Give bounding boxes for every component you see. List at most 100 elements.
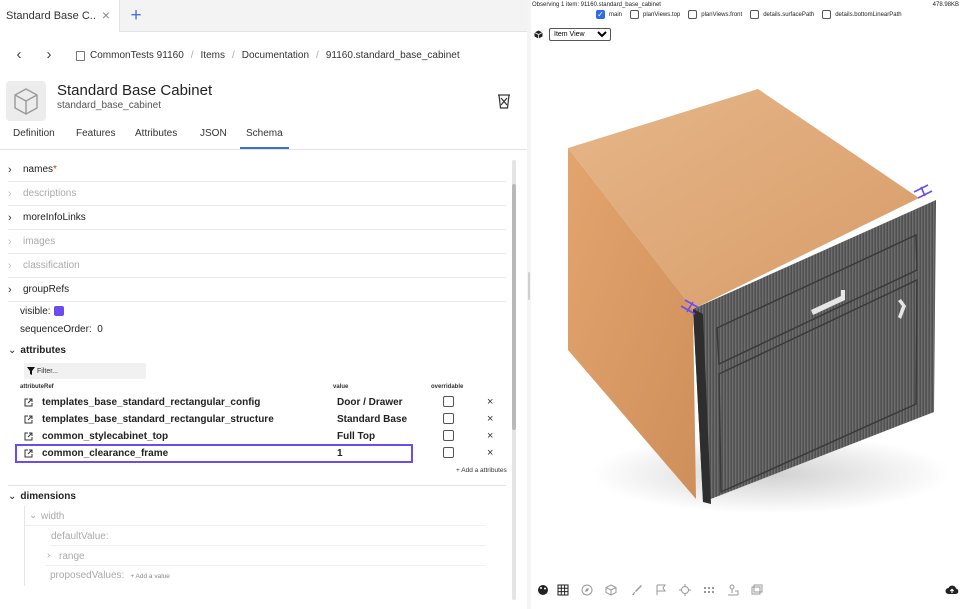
range-row[interactable]: › range — [45, 546, 485, 566]
overridable-checkbox[interactable] — [443, 396, 454, 407]
attribute-row-selected[interactable]: common_clearance_frame 1 — [15, 444, 413, 463]
checkbox[interactable] — [688, 10, 698, 19]
attribute-row[interactable]: templates_base_standard_rectangular_stru… — [16, 411, 510, 428]
checkbox[interactable] — [750, 10, 760, 19]
breadcrumb-items[interactable]: Items — [201, 50, 225, 61]
chevron-right-icon: › — [8, 163, 12, 176]
breadcrumb-documentation[interactable]: Documentation — [242, 50, 309, 61]
item-header: Standard Base Cabinet standard_base_cabi… — [0, 78, 527, 121]
tab-attributes[interactable]: Attributes — [135, 128, 177, 147]
checkbox[interactable] — [630, 10, 640, 19]
attribute-value[interactable]: Door / Drawer — [337, 397, 403, 408]
schema-panel: › names * › descriptions › moreInfoLinks … — [0, 150, 527, 609]
breadcrumb-separator: / — [316, 50, 319, 61]
dimensions-section-header[interactable]: ⌄ dimensions — [8, 485, 506, 505]
item-id: standard_base_cabinet — [57, 100, 161, 111]
attribute-value[interactable]: Standard Base — [337, 414, 407, 425]
forward-icon[interactable]: › — [42, 47, 56, 63]
schema-row-names[interactable]: › names * — [8, 158, 506, 182]
schema-row-classification[interactable]: › classification — [8, 254, 506, 278]
delete-attribute-icon[interactable]: × — [487, 430, 493, 442]
tab-features[interactable]: Features — [76, 128, 115, 147]
filter-input[interactable]: Filter... — [24, 363, 146, 379]
width-row[interactable]: ⌄ width — [25, 506, 485, 526]
overridable-checkbox[interactable] — [443, 413, 454, 424]
close-tab-icon[interactable]: × — [100, 8, 112, 22]
image-icon[interactable] — [751, 584, 763, 596]
add-value-button[interactable]: + Add a value — [130, 573, 170, 580]
external-link-icon[interactable] — [24, 415, 33, 424]
schema-row-moreinfolinks[interactable]: › moreInfoLinks — [8, 206, 506, 230]
grid-icon[interactable] — [557, 584, 569, 596]
new-tab-button[interactable]: + — [129, 6, 143, 26]
cloud-upload-icon[interactable] — [945, 584, 959, 596]
scrollbar-thumb[interactable] — [512, 184, 516, 430]
breadcrumb-project[interactable]: CommonTests 91160 — [90, 50, 184, 61]
add-attribute-button[interactable]: + Add a attributes — [456, 467, 507, 474]
row-label: groupRefs — [23, 284, 70, 295]
tab-json[interactable]: JSON — [200, 128, 227, 147]
schema-row-images[interactable]: › images — [8, 230, 506, 254]
overridable-checkbox[interactable] — [443, 430, 454, 441]
checkbox[interactable] — [822, 10, 832, 19]
compass-icon[interactable] — [581, 584, 593, 596]
schema-row-grouprefs[interactable]: › groupRefs — [8, 278, 506, 302]
document-tab[interactable]: Standard Base C... × — [0, 0, 120, 32]
external-link-icon[interactable] — [24, 449, 33, 458]
attribute-row[interactable]: common_stylecabinet_top Full Top × — [16, 428, 510, 445]
default-value-row[interactable]: defaultValue: — [51, 526, 485, 546]
flag-icon[interactable] — [655, 584, 667, 596]
chevron-down-icon: ⌄ — [29, 510, 38, 521]
overridable-checkbox[interactable] — [443, 447, 454, 458]
palette-icon[interactable] — [537, 584, 549, 596]
pin-icon[interactable] — [727, 584, 739, 596]
external-link-icon[interactable] — [24, 432, 33, 441]
layer-surface-path[interactable]: details.surfacePath — [750, 10, 814, 19]
layer-main[interactable]: ✓ main — [596, 10, 622, 19]
tab-title: Standard Base C... — [6, 10, 96, 22]
dots-grid-icon[interactable] — [703, 584, 715, 596]
tab-definition[interactable]: Definition — [13, 128, 55, 147]
default-value-label: defaultValue: — [51, 531, 109, 542]
row-label: moreInfoLinks — [23, 212, 86, 223]
layer-planviews-top[interactable]: planViews.top — [630, 10, 680, 19]
item-thumbnail — [6, 81, 46, 121]
layer-bottom-linear-path[interactable]: details.bottomLinearPath — [822, 10, 902, 19]
cube-icon[interactable] — [605, 584, 617, 596]
range-label: range — [59, 551, 85, 562]
back-icon[interactable]: ‹ — [12, 47, 26, 63]
clearance-marker-right — [913, 184, 933, 199]
attribute-row[interactable]: templates_base_standard_rectangular_conf… — [16, 394, 510, 411]
attribute-value[interactable]: Full Top — [337, 431, 375, 442]
breadcrumb-separator: / — [190, 50, 194, 61]
external-link-icon[interactable] — [24, 398, 33, 407]
filter-icon — [27, 367, 35, 375]
trash-icon[interactable] — [496, 92, 512, 110]
row-label: descriptions — [23, 188, 77, 199]
width-label: width — [41, 511, 65, 522]
checkbox-checked[interactable]: ✓ — [596, 10, 605, 19]
layer-planviews-front[interactable]: planViews.front — [688, 10, 742, 19]
crosshair-icon[interactable] — [679, 584, 691, 596]
attributes-section-header[interactable]: ⌄ attributes — [8, 345, 66, 356]
schema-row-descriptions[interactable]: › descriptions — [8, 182, 506, 206]
scrollbar[interactable] — [512, 160, 516, 600]
breadcrumb: CommonTests 91160 / Items / Documentatio… — [76, 50, 460, 61]
delete-attribute-icon[interactable]: × — [487, 396, 493, 408]
3d-viewport[interactable] — [531, 44, 963, 574]
visible-checkbox[interactable] — [53, 306, 64, 317]
viewer-pane: Observing 1 item: 91160.standard_base_ca… — [531, 0, 963, 609]
tab-schema[interactable]: Schema — [240, 128, 289, 149]
sequence-value[interactable]: 0 — [97, 324, 103, 335]
chevron-right-icon: › — [8, 211, 12, 224]
view-mode-select[interactable]: Item View — [549, 28, 611, 41]
attribute-value[interactable]: 1 — [337, 448, 343, 459]
splitter-handle[interactable] — [528, 272, 530, 300]
cube-icon — [534, 30, 543, 39]
chevron-down-icon: ⌄ — [8, 345, 17, 356]
brush-icon[interactable] — [631, 584, 643, 596]
delete-attribute-icon[interactable]: × — [487, 447, 493, 459]
page-title: Standard Base Cabinet — [57, 82, 213, 99]
attribute-ref: templates_base_standard_rectangular_conf… — [42, 397, 261, 408]
delete-attribute-icon[interactable]: × — [487, 413, 493, 425]
